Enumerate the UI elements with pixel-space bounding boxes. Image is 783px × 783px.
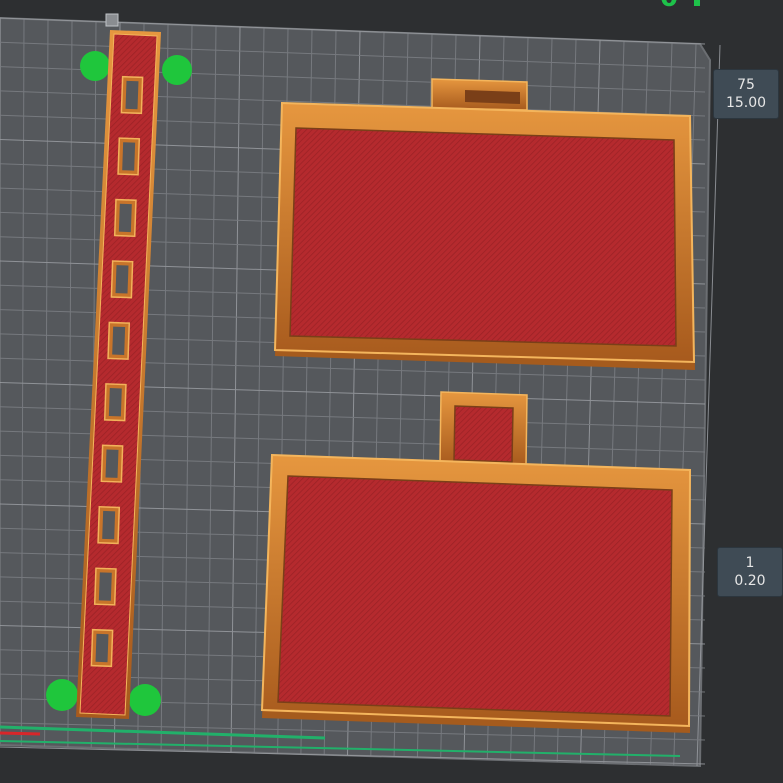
bottom-layer-height: 0.20 [734,573,766,589]
top-layer-number: 75 [737,77,755,93]
strip-slot-hole [95,633,109,663]
support-bottom-left [46,679,78,711]
strip-slot-hole [112,326,126,355]
strip-slot-hole [98,572,112,601]
support-top-left [80,51,110,81]
view-gizmo-icon[interactable] [105,13,119,27]
top-tray[interactable] [273,78,696,370]
layer-slider-top-handle[interactable]: 75 15.00 [714,70,778,118]
top-layer-height: 15.00 [725,95,767,111]
strip-slot-hole [102,510,116,540]
support-top-right [162,55,192,85]
strip-slot-hole [108,388,122,417]
bottom-layer-number: 1 [745,555,755,571]
strip-slot-hole [105,449,119,478]
x-axis-line [0,731,41,736]
axis-gizmo-fragment: 0 [660,0,678,13]
layer-slider-bottom-handle[interactable]: 1 0.20 [718,548,782,596]
strip-slot-hole [118,203,132,233]
support-bottom-right [129,684,161,716]
strip-slot-hole [125,80,139,110]
strip-slot-hole [115,265,129,294]
strip-slot-hole [122,142,136,171]
3d-viewport[interactable]: 0 [0,0,783,783]
axis-gizmo-fragment-bar [694,0,700,6]
